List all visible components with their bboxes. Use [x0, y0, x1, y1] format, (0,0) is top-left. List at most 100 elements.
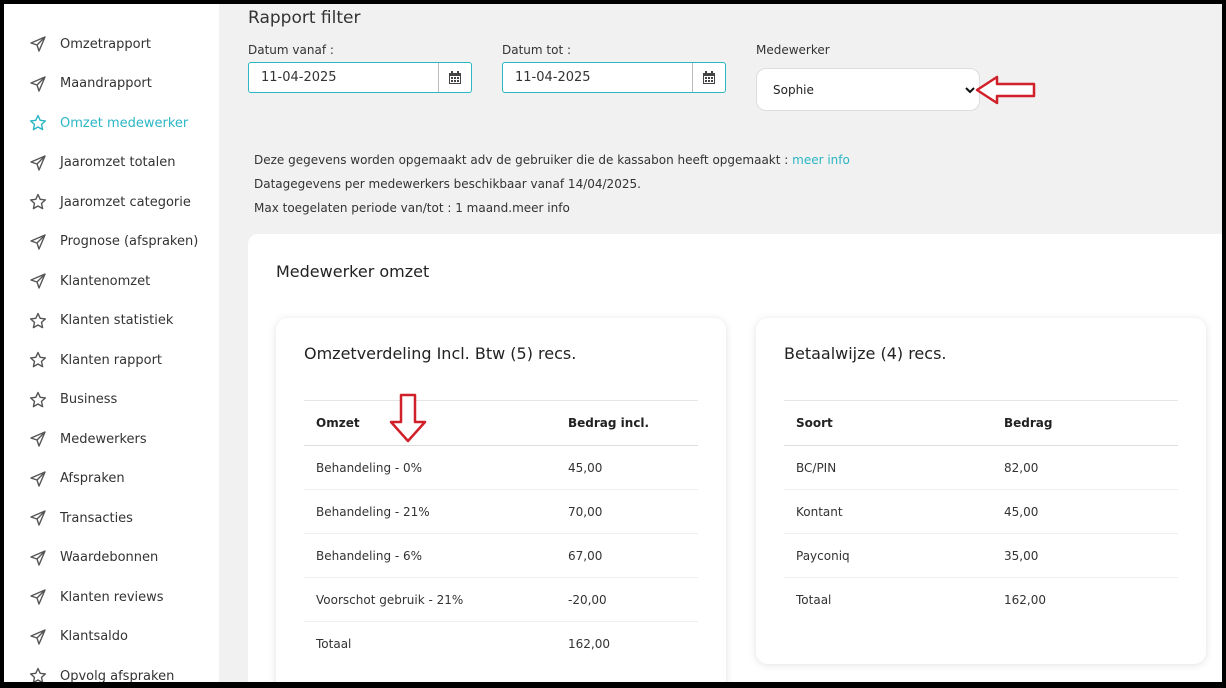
column-header: Bedrag — [992, 400, 1178, 446]
table-row: Payconiq 35,00 — [784, 533, 1178, 578]
sidebar-item[interactable]: Waardebonnen — [28, 546, 158, 570]
filter-title: Rapport filter — [248, 8, 361, 28]
send-icon — [28, 469, 48, 489]
send-icon — [28, 232, 48, 252]
sidebar-item[interactable]: Jaaromzet categorie — [28, 190, 191, 214]
column-header: Omzet — [304, 400, 556, 446]
send-icon — [28, 508, 48, 528]
send-icon — [28, 587, 48, 607]
table-cell: 162,00 — [568, 636, 610, 651]
sidebar-item[interactable]: Omzetrapport — [28, 32, 151, 56]
employee-label: Medewerker — [756, 43, 830, 57]
employee-select-value: Sophie — [773, 82, 814, 97]
sidebar-item-label: Klanten reviews — [60, 589, 164, 605]
sidebar-item[interactable]: Maandrapport — [28, 72, 152, 96]
info-line-2: Datagegevens per medewerkers beschikbaar… — [254, 177, 641, 191]
date-from-value[interactable]: 11-04-2025 — [249, 63, 438, 92]
betaalwijze-card: Betaalwijze (4) recs. Soort Bedrag BC/PI… — [756, 318, 1206, 664]
table-cell: Behandeling - 0% — [304, 445, 556, 490]
table-header-row: Soort Bedrag — [784, 400, 1178, 446]
main-content: Rapport filter Datum vanaf : 11-04-2025 … — [219, 4, 1222, 682]
sidebar-item-label: Klanten rapport — [60, 352, 163, 368]
employee-select[interactable]: Sophie — [756, 68, 980, 111]
sidebar-item[interactable]: Omzet medewerker — [28, 111, 188, 135]
table-cell: Kontant — [784, 489, 992, 534]
table-cell: Behandeling - 6% — [304, 533, 556, 578]
send-icon — [28, 548, 48, 568]
table-cell: Voorschot gebruik - 21% — [304, 577, 556, 622]
app-window: Omzetrapport Maandrapport Omzet medewerker… — [4, 4, 1222, 682]
table-row: Behandeling - 0% 45,00 — [304, 445, 698, 490]
calendar-icon[interactable] — [692, 63, 725, 92]
column-header: Bedrag incl. — [556, 400, 698, 446]
table-cell: 67,00 — [556, 533, 698, 578]
sidebar-item-label: Klanten statistiek — [60, 313, 174, 328]
sidebar-item[interactable]: Klantsaldo — [28, 625, 128, 649]
sidebar-item[interactable]: Afspraken — [28, 467, 125, 491]
star-icon — [28, 666, 48, 682]
sidebar-item[interactable]: Opvolg afspraken — [28, 664, 174, 682]
sidebar-item-label: Klantsaldo — [60, 629, 128, 644]
table-cell: Totaal — [316, 636, 352, 651]
star-icon — [28, 192, 48, 212]
annotation-arrow-down-icon — [389, 393, 427, 443]
table-row: Totaal 162,00 — [784, 578, 1178, 622]
sidebar-item-label: Prognose (afspraken) — [60, 234, 199, 249]
sidebar: Omzetrapport Maandrapport Omzet medewerker… — [4, 4, 219, 682]
omzet-card: Omzetverdeling Incl. Btw (5) recs. Omzet… — [276, 318, 726, 682]
table-row: Behandeling - 6% 67,00 — [304, 533, 698, 578]
date-to-field[interactable]: 11-04-2025 — [502, 62, 726, 93]
sidebar-item[interactable]: Transacties — [28, 506, 133, 530]
sidebar-item-label: Jaaromzet totalen — [60, 155, 176, 170]
date-from-field[interactable]: 11-04-2025 — [248, 62, 472, 93]
meer-info-link[interactable]: meer info — [792, 153, 850, 167]
sidebar-item-label: Afspraken — [60, 471, 125, 486]
report-title: Medewerker omzet — [276, 262, 430, 281]
report-panel: Medewerker omzet Omzetverdeling Incl. Bt… — [248, 234, 1222, 682]
info-line-1-text: Deze gegevens worden opgemaakt adv de ge… — [254, 153, 793, 167]
table-cell: 162,00 — [1004, 592, 1046, 607]
sidebar-item-label: Business — [60, 392, 118, 407]
sidebar-item-label: Maandrapport — [60, 76, 152, 91]
sidebar-item[interactable]: Medewerkers — [28, 427, 147, 451]
sidebar-item-label: Waardebonnen — [60, 550, 159, 565]
column-header: Soort — [784, 400, 992, 446]
table-cell: 35,00 — [992, 533, 1178, 578]
sidebar-item-label: Opvolg afspraken — [60, 668, 175, 683]
betaalwijze-card-title: Betaalwijze (4) recs. — [784, 344, 947, 363]
omzet-table: Omzet Bedrag incl. Behandeling - 0% 45,00… — [304, 400, 698, 665]
table-cell: Behandeling - 21% — [304, 489, 556, 534]
table-row: Kontant 45,00 — [784, 489, 1178, 534]
star-icon — [28, 350, 48, 370]
sidebar-item-label: Omzetrapport — [60, 36, 152, 52]
table-row: Voorschot gebruik - 21% -20,00 — [304, 577, 698, 622]
sidebar-item[interactable]: Klanten statistiek — [28, 309, 173, 333]
star-icon — [28, 113, 48, 133]
date-from-label: Datum vanaf : — [248, 43, 334, 57]
date-to-value[interactable]: 11-04-2025 — [503, 63, 692, 92]
table-row: BC/PIN 82,00 — [784, 445, 1178, 490]
info-line-1: Deze gegevens worden opgemaakt adv de ge… — [254, 153, 850, 167]
send-icon — [28, 271, 48, 291]
table-header-row: Omzet Bedrag incl. — [304, 400, 698, 446]
sidebar-item[interactable]: Jaaromzet totalen — [28, 151, 175, 175]
date-to-label: Datum tot : — [502, 43, 572, 57]
send-icon — [28, 429, 48, 449]
calendar-icon[interactable] — [438, 63, 471, 92]
send-icon — [28, 627, 48, 647]
sidebar-item[interactable]: Klanten reviews — [28, 585, 164, 609]
table-row: Behandeling - 21% 70,00 — [304, 489, 698, 534]
sidebar-item-label: Omzet medewerker — [60, 115, 189, 131]
table-row: Totaal 162,00 — [304, 622, 698, 666]
sidebar-item[interactable]: Klanten rapport — [28, 348, 162, 372]
sidebar-item[interactable]: Business — [28, 388, 117, 412]
table-cell: 82,00 — [992, 445, 1178, 490]
table-cell: 45,00 — [556, 445, 698, 490]
betaalwijze-table: Soort Bedrag BC/PIN 82,00 Kontant 45,00 Payc… — [784, 400, 1178, 621]
sidebar-item[interactable]: Prognose (afspraken) — [28, 230, 198, 254]
star-icon — [28, 390, 48, 410]
sidebar-item[interactable]: Klantenomzet — [28, 269, 150, 293]
table-cell: BC/PIN — [784, 445, 992, 490]
sidebar-item-label: Jaaromzet categorie — [60, 194, 191, 210]
table-cell: -20,00 — [556, 577, 698, 622]
